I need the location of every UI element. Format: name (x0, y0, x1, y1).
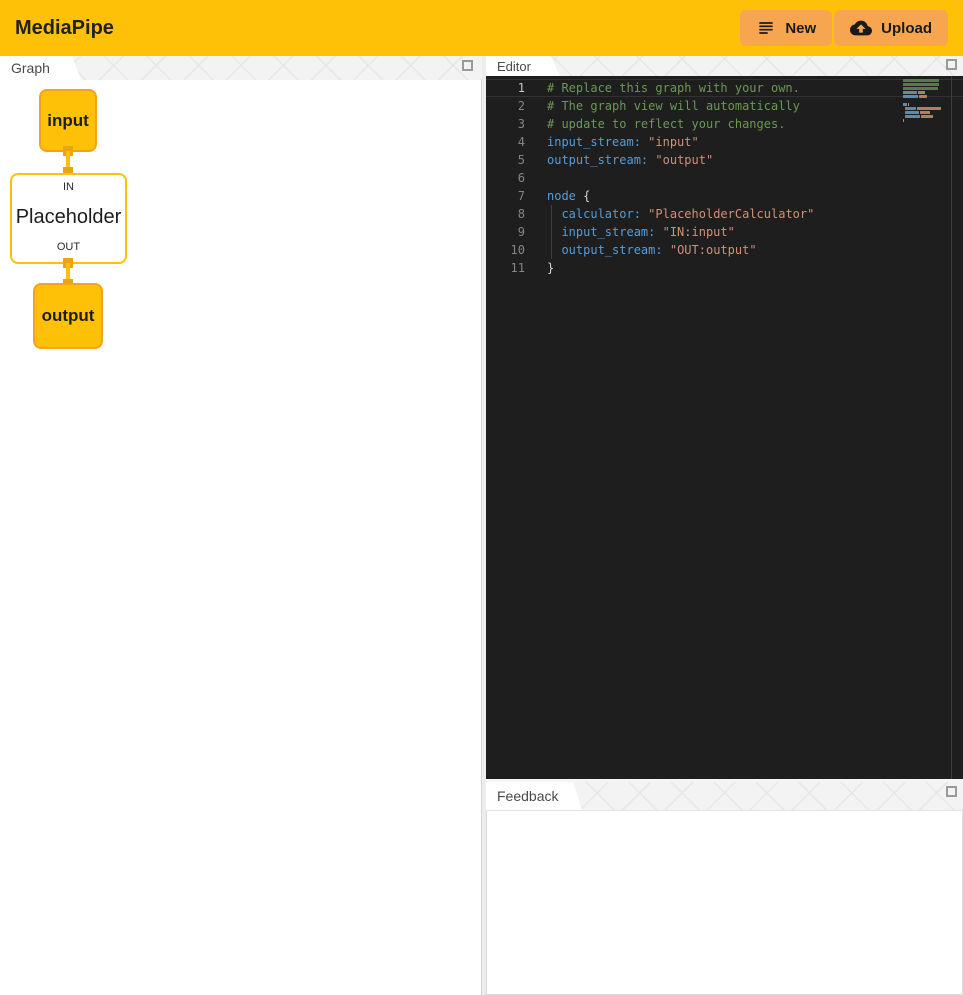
code-text: # The graph view will automatically (525, 97, 800, 115)
maximize-icon[interactable] (462, 60, 473, 71)
indent-guide (551, 205, 552, 259)
in-port-label: IN (63, 181, 74, 193)
line-number: 6 (486, 169, 525, 187)
editor-line[interactable]: 11} (486, 259, 963, 277)
code-editor[interactable]: 1# Replace this graph with your own.2# T… (486, 76, 963, 779)
editor-scrollbar[interactable] (951, 76, 952, 779)
app-header: MediaPipe New Upload (0, 0, 963, 56)
app-title: MediaPipe (15, 17, 114, 40)
code-text: output_stream: "OUT:output" (525, 241, 757, 259)
new-button-label: New (785, 20, 816, 37)
code-text: # update to reflect your changes. (525, 115, 785, 133)
minimap-line (903, 119, 941, 123)
graph-node-input[interactable]: input (39, 89, 97, 152)
graph-node-input-label: input (47, 111, 89, 131)
editor-lines: 1# Replace this graph with your own.2# T… (486, 76, 963, 277)
graph-panel: Graph input IN Placeholder OUT output (0, 56, 482, 995)
header-actions: New Upload (740, 10, 948, 46)
upload-button[interactable]: Upload (834, 10, 948, 46)
line-number: 11 (486, 259, 525, 277)
line-number: 2 (486, 97, 525, 115)
feedback-panel: Feedback (486, 782, 963, 995)
code-text: input_stream: "IN:input" (525, 223, 735, 241)
editor-panel: Editor 1# Replace this graph with your o… (486, 56, 963, 779)
editor-line[interactable]: 6 (486, 169, 963, 187)
graph-node-output-label: output (42, 306, 95, 326)
code-text: calculator: "PlaceholderCalculator" (525, 205, 814, 223)
editor-line[interactable]: 7node { (486, 187, 963, 205)
editor-line[interactable]: 1# Replace this graph with your own. (486, 79, 963, 97)
tab-feedback[interactable]: Feedback (486, 782, 582, 810)
minimap[interactable] (903, 79, 941, 123)
new-button[interactable]: New (740, 10, 832, 46)
line-number: 3 (486, 115, 525, 133)
editor-line[interactable]: 4input_stream: "input" (486, 133, 963, 151)
maximize-icon[interactable] (946, 786, 957, 797)
code-text (525, 169, 547, 187)
line-number: 7 (486, 187, 525, 205)
line-number: 4 (486, 133, 525, 151)
code-text: # Replace this graph with your own. (525, 79, 800, 97)
tab-feedback-label: Feedback (497, 788, 558, 804)
code-text: output_stream: "output" (525, 151, 713, 169)
editor-line[interactable]: 10 output_stream: "OUT:output" (486, 241, 963, 259)
line-number: 5 (486, 151, 525, 169)
tab-graph-label: Graph (11, 60, 50, 76)
subject-icon (756, 18, 776, 38)
tab-graph[interactable]: Graph (0, 56, 81, 80)
editor-line[interactable]: 9 input_stream: "IN:input" (486, 223, 963, 241)
tab-editor-label: Editor (497, 59, 531, 74)
cloud-upload-icon (850, 17, 872, 39)
graph-node-output[interactable]: output (33, 283, 103, 349)
editor-tabstrip: Editor (486, 56, 963, 76)
editor-line[interactable]: 2# The graph view will automatically (486, 97, 963, 115)
tab-editor[interactable]: Editor (486, 56, 560, 76)
out-port-label: OUT (57, 241, 80, 253)
editor-line[interactable]: 8 calculator: "PlaceholderCalculator" (486, 205, 963, 223)
line-number: 8 (486, 205, 525, 223)
code-text: } (525, 259, 554, 277)
line-number: 9 (486, 223, 525, 241)
graph-node-placeholder[interactable]: IN Placeholder OUT (10, 173, 127, 264)
graph-tabstrip: Graph (0, 56, 482, 80)
feedback-content[interactable] (486, 810, 963, 995)
graph-node-placeholder-label: Placeholder (16, 206, 122, 229)
line-number: 10 (486, 241, 525, 259)
graph-canvas[interactable]: input IN Placeholder OUT output (0, 80, 482, 995)
editor-line[interactable]: 3# update to reflect your changes. (486, 115, 963, 133)
app: MediaPipe New Upload Graph (0, 0, 963, 995)
upload-button-label: Upload (881, 20, 932, 37)
code-text: node { (525, 187, 590, 205)
line-number: 1 (486, 79, 525, 97)
editor-line[interactable]: 5output_stream: "output" (486, 151, 963, 169)
maximize-icon[interactable] (946, 59, 957, 70)
code-text: input_stream: "input" (525, 133, 699, 151)
feedback-tabstrip: Feedback (486, 782, 963, 810)
